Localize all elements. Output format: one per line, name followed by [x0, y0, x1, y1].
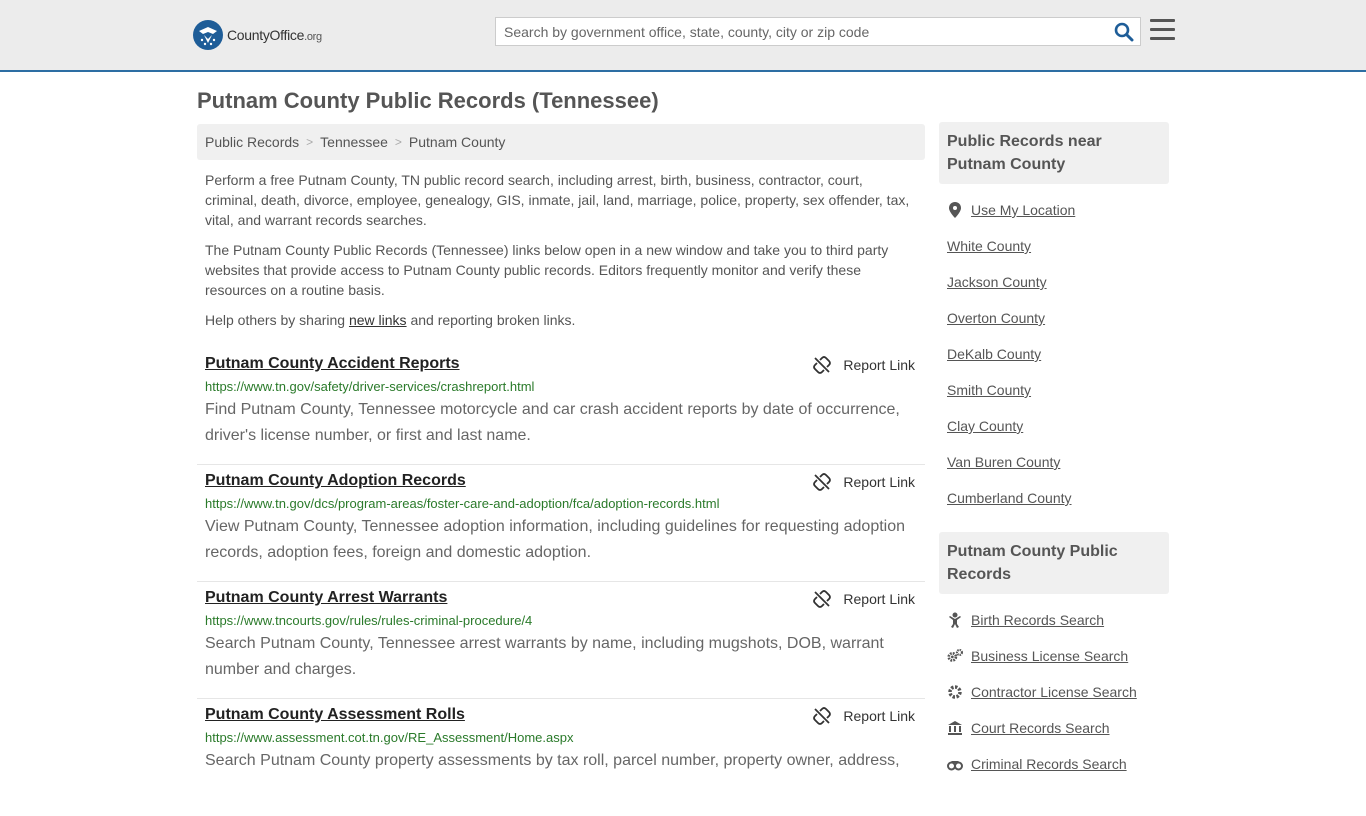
breadcrumb-putnam-county[interactable]: Putnam County [409, 134, 506, 150]
nearby-county-link[interactable]: DeKalb County [947, 346, 1041, 362]
nearby-county-link[interactable]: Jackson County [947, 274, 1047, 290]
county-records-list: Birth Records Search Business License Se… [939, 594, 1169, 782]
nearby-county-link[interactable]: White County [947, 238, 1031, 254]
record-item: Putnam County Assessment Rolls Report Li… [197, 699, 925, 816]
courthouse-icon [947, 720, 963, 736]
nearby-county-link[interactable]: Van Buren County [947, 454, 1060, 470]
record-url: https://www.tncourts.gov/rules/rules-cri… [205, 613, 533, 628]
list-item: White County [947, 228, 1161, 264]
record-title-link[interactable]: Putnam County Adoption Records [205, 472, 466, 490]
breadcrumb-separator: > [306, 135, 314, 149]
list-item: Court Records Search [947, 710, 1161, 746]
broken-link-icon [813, 707, 832, 725]
site-header: CountyOffice.org [0, 0, 1366, 72]
record-description: View Putnam County, Tennessee adoption i… [205, 518, 906, 561]
intro-text: Perform a free Putnam County, TN public … [197, 170, 925, 330]
list-item: Overton County [947, 300, 1161, 336]
record-url: https://www.assessment.cot.tn.gov/RE_Ass… [205, 730, 574, 745]
broken-link-icon [813, 473, 832, 491]
map-pin-icon [947, 202, 963, 218]
court-records-link[interactable]: Court Records Search [971, 720, 1110, 736]
nearby-counties-list: Use My Location White County Jackson Cou… [939, 184, 1169, 516]
list-item: DeKalb County [947, 336, 1161, 372]
report-link-button[interactable]: Report Link [813, 590, 915, 608]
record-title-link[interactable]: Putnam County Accident Reports [205, 355, 460, 373]
use-my-location-link[interactable]: Use My Location [971, 202, 1075, 218]
list-item: Cumberland County [947, 480, 1161, 516]
list-item: Van Buren County [947, 444, 1161, 480]
county-records-heading: Putnam County Public Records [939, 532, 1169, 594]
business-license-link[interactable]: Business License Search [971, 648, 1128, 664]
breadcrumb: Public Records > Tennessee > Putnam Coun… [197, 124, 925, 160]
intro-paragraph: Perform a free Putnam County, TN public … [205, 172, 910, 228]
broken-link-icon [813, 590, 832, 608]
search-bar [495, 17, 1141, 46]
list-item: Business License Search [947, 638, 1161, 674]
intro-paragraph: The Putnam County Public Records (Tennes… [205, 242, 889, 298]
list-item: Birth Records Search [947, 602, 1161, 638]
list-item: Smith County [947, 372, 1161, 408]
records-list: Putnam County Accident Reports Report Li… [197, 348, 925, 816]
sidebar: Public Records near Putnam County Use My… [939, 122, 1169, 782]
record-description: Search Putnam County property assessment… [205, 752, 900, 769]
nearby-county-link[interactable]: Smith County [947, 382, 1031, 398]
list-item: Clay County [947, 408, 1161, 444]
list-item: Use My Location [947, 192, 1161, 228]
broken-link-icon [813, 356, 832, 374]
logo-text: CountyOffice.org [227, 27, 322, 43]
criminal-records-link[interactable]: Criminal Records Search [971, 756, 1127, 772]
report-link-label: Report Link [843, 708, 915, 724]
record-title-link[interactable]: Putnam County Assessment Rolls [205, 706, 465, 724]
breadcrumb-public-records[interactable]: Public Records [205, 134, 299, 150]
record-description: Search Putnam County, Tennessee arrest w… [205, 635, 884, 678]
contractor-license-link[interactable]: Contractor License Search [971, 684, 1137, 700]
record-url: https://www.tn.gov/dcs/program-areas/fos… [205, 496, 720, 511]
hamburger-menu-icon[interactable] [1150, 19, 1175, 41]
new-links-link[interactable]: new links [349, 312, 407, 328]
search-icon[interactable] [1114, 22, 1134, 42]
list-item: Criminal Records Search [947, 746, 1161, 782]
report-link-button[interactable]: Report Link [813, 707, 915, 725]
record-description: Find Putnam County, Tennessee motorcycle… [205, 401, 900, 444]
report-link-label: Report Link [843, 474, 915, 490]
report-link-label: Report Link [843, 357, 915, 373]
birth-records-link[interactable]: Birth Records Search [971, 612, 1104, 628]
record-item: Putnam County Adoption Records Report Li… [197, 465, 925, 582]
breadcrumb-separator: > [394, 135, 402, 149]
record-item: Putnam County Accident Reports Report Li… [197, 348, 925, 465]
list-item: Contractor License Search [947, 674, 1161, 710]
intro-paragraph: Help others by sharing new links and rep… [205, 312, 576, 328]
nearby-county-link[interactable]: Clay County [947, 418, 1023, 434]
site-logo[interactable]: CountyOffice.org [193, 20, 322, 50]
record-item: Putnam County Arrest Warrants Report Lin… [197, 582, 925, 699]
nearby-heading: Public Records near Putnam County [939, 122, 1169, 184]
gears-icon [947, 648, 963, 664]
gear-icon [947, 684, 963, 700]
main-content: Public Records > Tennessee > Putnam Coun… [197, 124, 925, 816]
nearby-county-link[interactable]: Overton County [947, 310, 1045, 326]
breadcrumb-tennessee[interactable]: Tennessee [320, 134, 388, 150]
report-link-button[interactable]: Report Link [813, 473, 915, 491]
handcuffs-icon [947, 756, 963, 772]
list-item: Jackson County [947, 264, 1161, 300]
report-link-label: Report Link [843, 591, 915, 607]
record-title-link[interactable]: Putnam County Arrest Warrants [205, 589, 447, 607]
page-title: Putnam County Public Records (Tennessee) [197, 88, 659, 113]
record-url: https://www.tn.gov/safety/driver-service… [205, 379, 535, 394]
nearby-county-link[interactable]: Cumberland County [947, 490, 1072, 506]
search-input[interactable] [496, 18, 1096, 45]
logo-seal-icon [193, 20, 223, 50]
report-link-button[interactable]: Report Link [813, 356, 915, 374]
baby-icon [947, 612, 963, 628]
